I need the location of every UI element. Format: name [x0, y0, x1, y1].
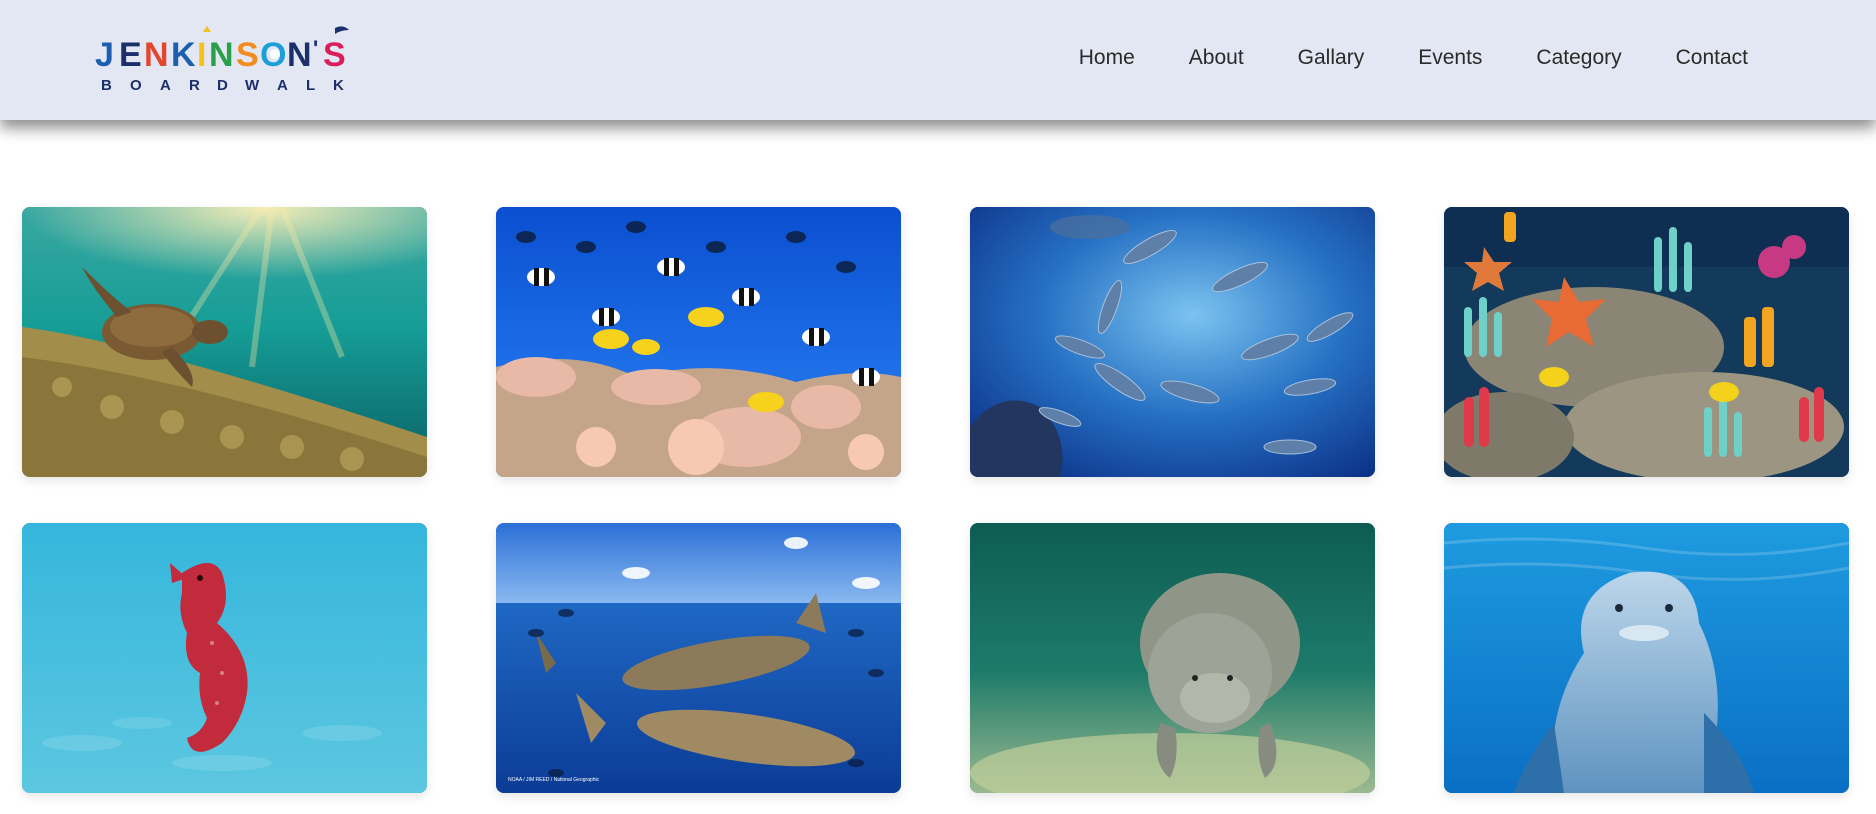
- reef-fish-image: [496, 207, 901, 477]
- logo-flag-icon: [203, 26, 211, 32]
- logo-letter-j: J: [95, 36, 114, 74]
- logo-gull-icon: [335, 26, 349, 34]
- logo-letter-d: D: [217, 77, 228, 94]
- logo-letter-o2: O: [130, 77, 142, 94]
- gallery-card-manatee[interactable]: [970, 523, 1375, 793]
- seahorse-image: [22, 523, 427, 793]
- gallery-card-sharks[interactable]: NOAA / JIM REED / National Geographic: [496, 523, 901, 793]
- logo-letter-s2: S: [323, 36, 346, 74]
- logo-letter-e: E: [119, 36, 142, 74]
- logo-letter-i: I: [197, 36, 206, 74]
- logo-letter-r: R: [189, 77, 200, 94]
- page: Marine Life Animals J E N K I N S O N ' …: [0, 0, 1876, 814]
- logo-letter-a2: A: [277, 77, 288, 94]
- logo-letter-k: K: [171, 36, 196, 74]
- dolphin-image: [1444, 523, 1849, 793]
- nav-events[interactable]: Events: [1418, 46, 1482, 70]
- nav-gallery[interactable]: Gallary: [1298, 46, 1365, 70]
- sharks-photo-credit: NOAA / JIM REED / National Geographic: [508, 777, 600, 783]
- logo-letter-n3: N: [287, 36, 312, 74]
- sea-turtle-image: [22, 207, 427, 477]
- logo-letter-n1: N: [144, 36, 169, 74]
- logo-apostrophe: ': [313, 36, 318, 61]
- gallery-card-reef-fish[interactable]: [496, 207, 901, 477]
- logo-sun-dot: [270, 49, 280, 59]
- nav-about[interactable]: About: [1189, 46, 1244, 70]
- logo-letter-l: L: [306, 77, 315, 94]
- gallery-card-fish-school[interactable]: [970, 207, 1375, 477]
- manatee-image: [970, 523, 1375, 793]
- logo-letter-b: B: [101, 77, 112, 94]
- gallery-card-coral-reef[interactable]: [1444, 207, 1849, 477]
- gallery-card-sea-turtle[interactable]: [22, 207, 427, 477]
- gallery-card-seahorse[interactable]: [22, 523, 427, 793]
- logo-letter-a: A: [160, 77, 171, 94]
- logo-letter-s1: S: [236, 36, 259, 74]
- coral-reef-image: [1444, 207, 1849, 477]
- nav-home[interactable]: Home: [1079, 46, 1135, 70]
- fish-school-image: [970, 207, 1375, 477]
- gallery-card-dolphin[interactable]: [1444, 523, 1849, 793]
- logo-decorations: [270, 49, 280, 59]
- sharks-image: [496, 523, 901, 793]
- main-nav: Home About Gallary Events Category Conta…: [1025, 0, 1748, 116]
- nav-contact[interactable]: Contact: [1676, 46, 1748, 70]
- logo-letter-w: W: [245, 77, 260, 94]
- logo[interactable]: J E N K I N S O N ' S B O A R D W: [95, 20, 375, 96]
- logo-letter-n2: N: [209, 36, 234, 74]
- nav-category[interactable]: Category: [1536, 46, 1621, 70]
- navbar: J E N K I N S O N ' S B O A R D W: [0, 0, 1876, 120]
- logo-letter-k2: K: [333, 77, 344, 94]
